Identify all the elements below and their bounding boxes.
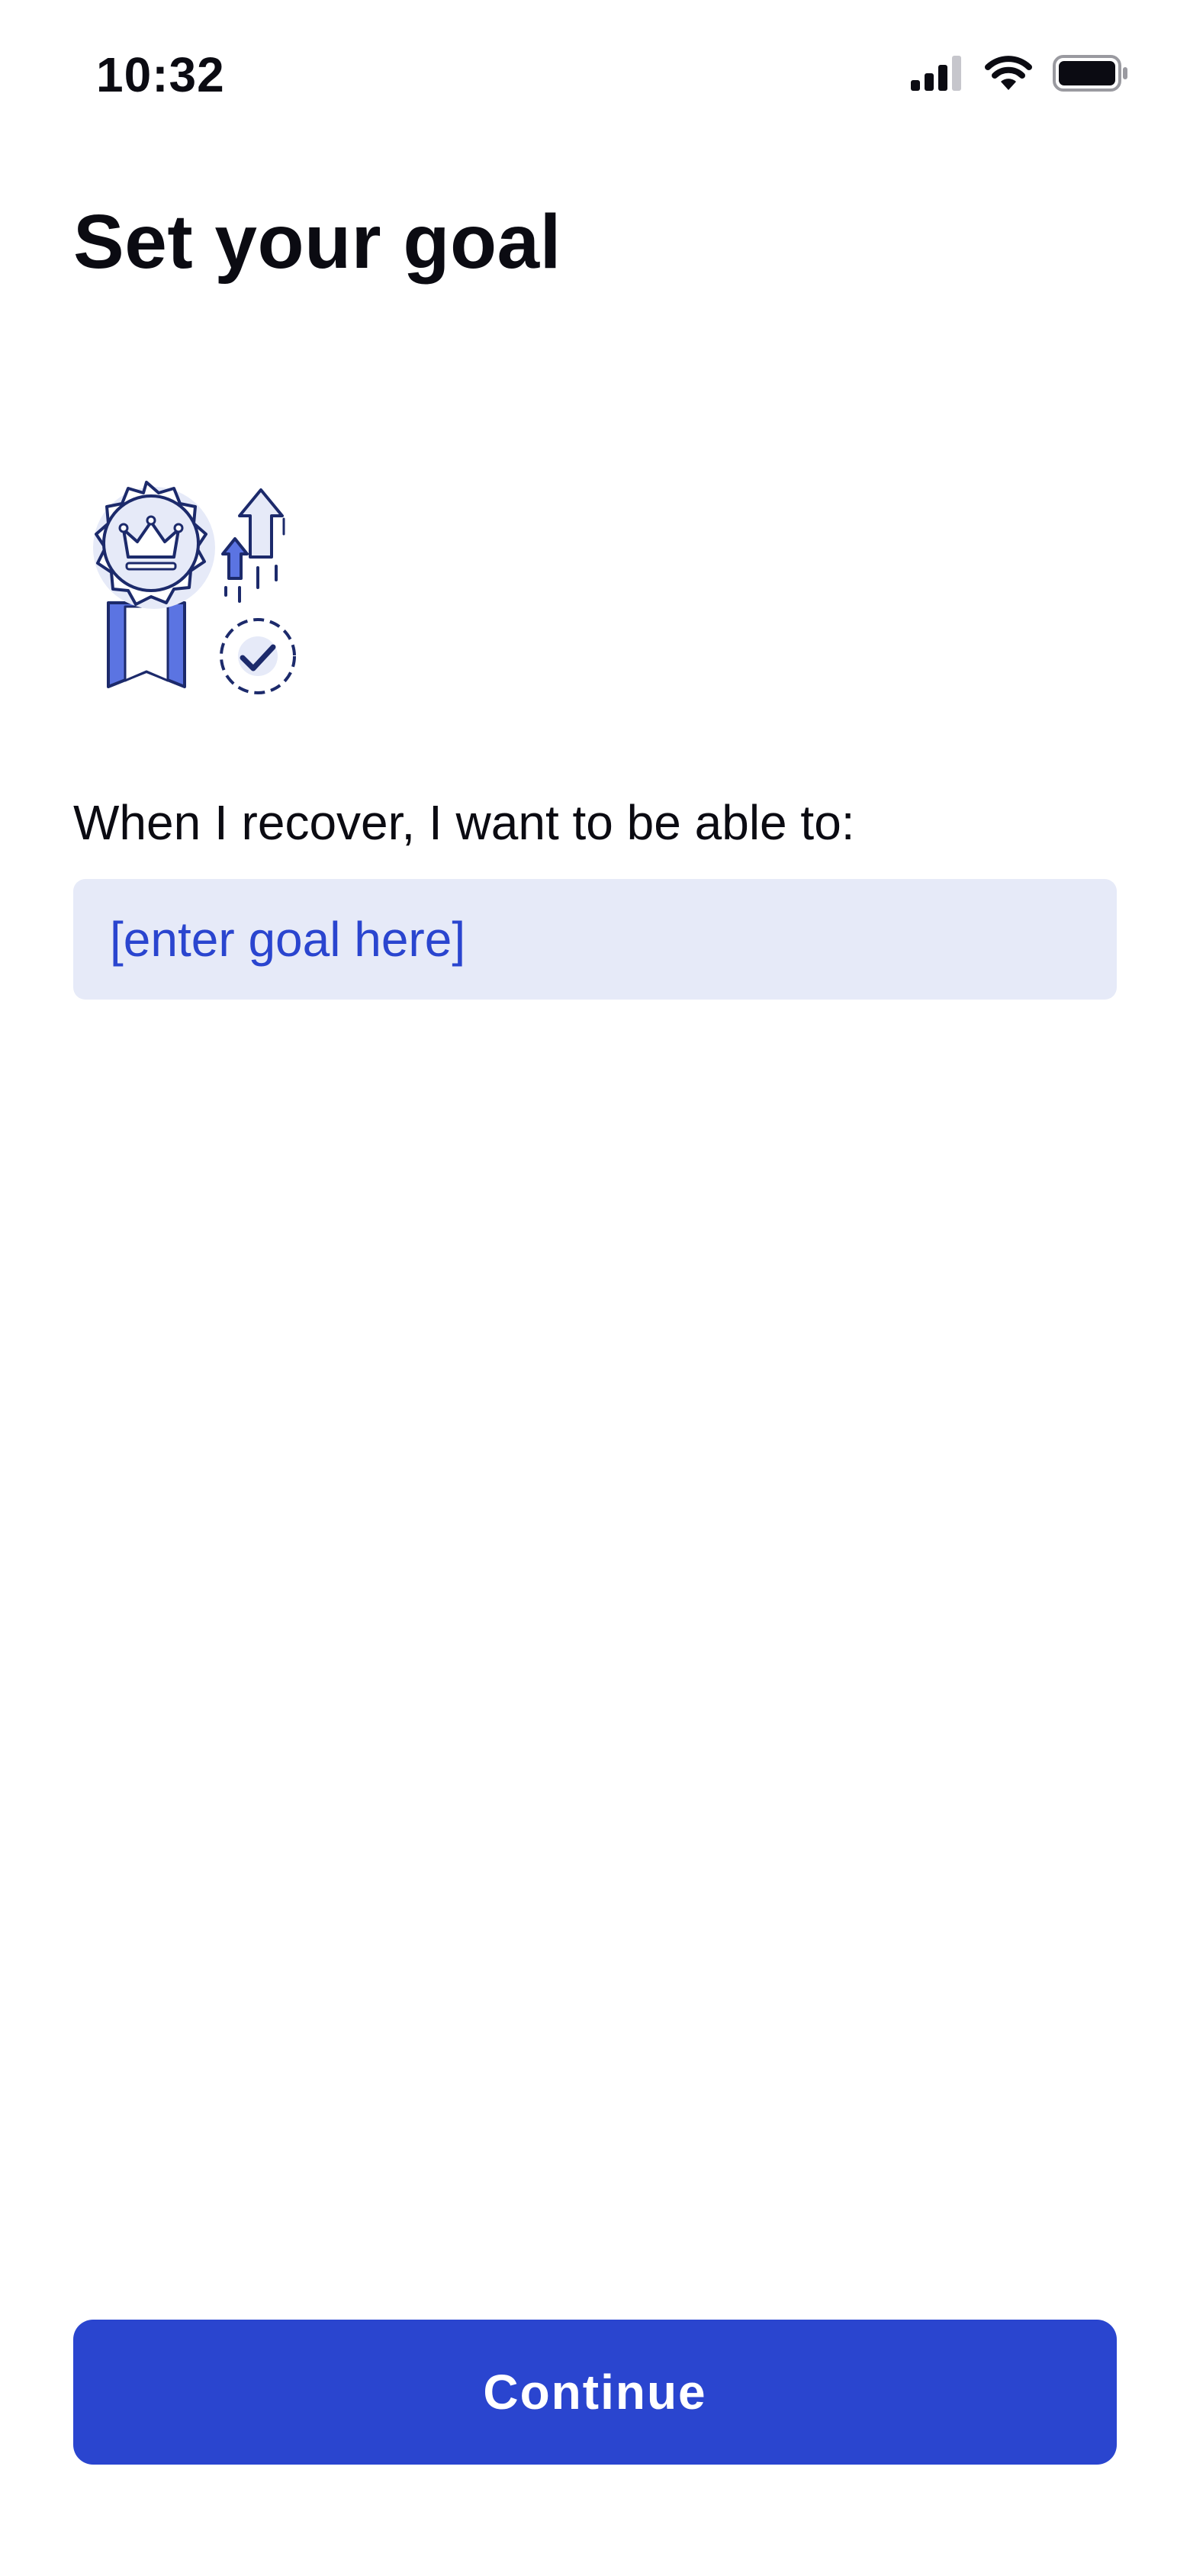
battery-icon bbox=[1053, 54, 1129, 95]
continue-button[interactable]: Continue bbox=[73, 2320, 1117, 2465]
status-icons bbox=[911, 53, 1129, 96]
wifi-icon bbox=[984, 55, 1033, 95]
status-time: 10:32 bbox=[96, 47, 225, 102]
cellular-signal-icon bbox=[911, 55, 964, 95]
goal-prompt: When I recover, I want to be able to: bbox=[73, 795, 855, 850]
award-ribbon-crown-icon bbox=[76, 481, 305, 702]
status-bar: 10:32 bbox=[0, 0, 1190, 145]
page-title: Set your goal bbox=[73, 199, 561, 285]
goal-input[interactable] bbox=[73, 879, 1117, 1000]
